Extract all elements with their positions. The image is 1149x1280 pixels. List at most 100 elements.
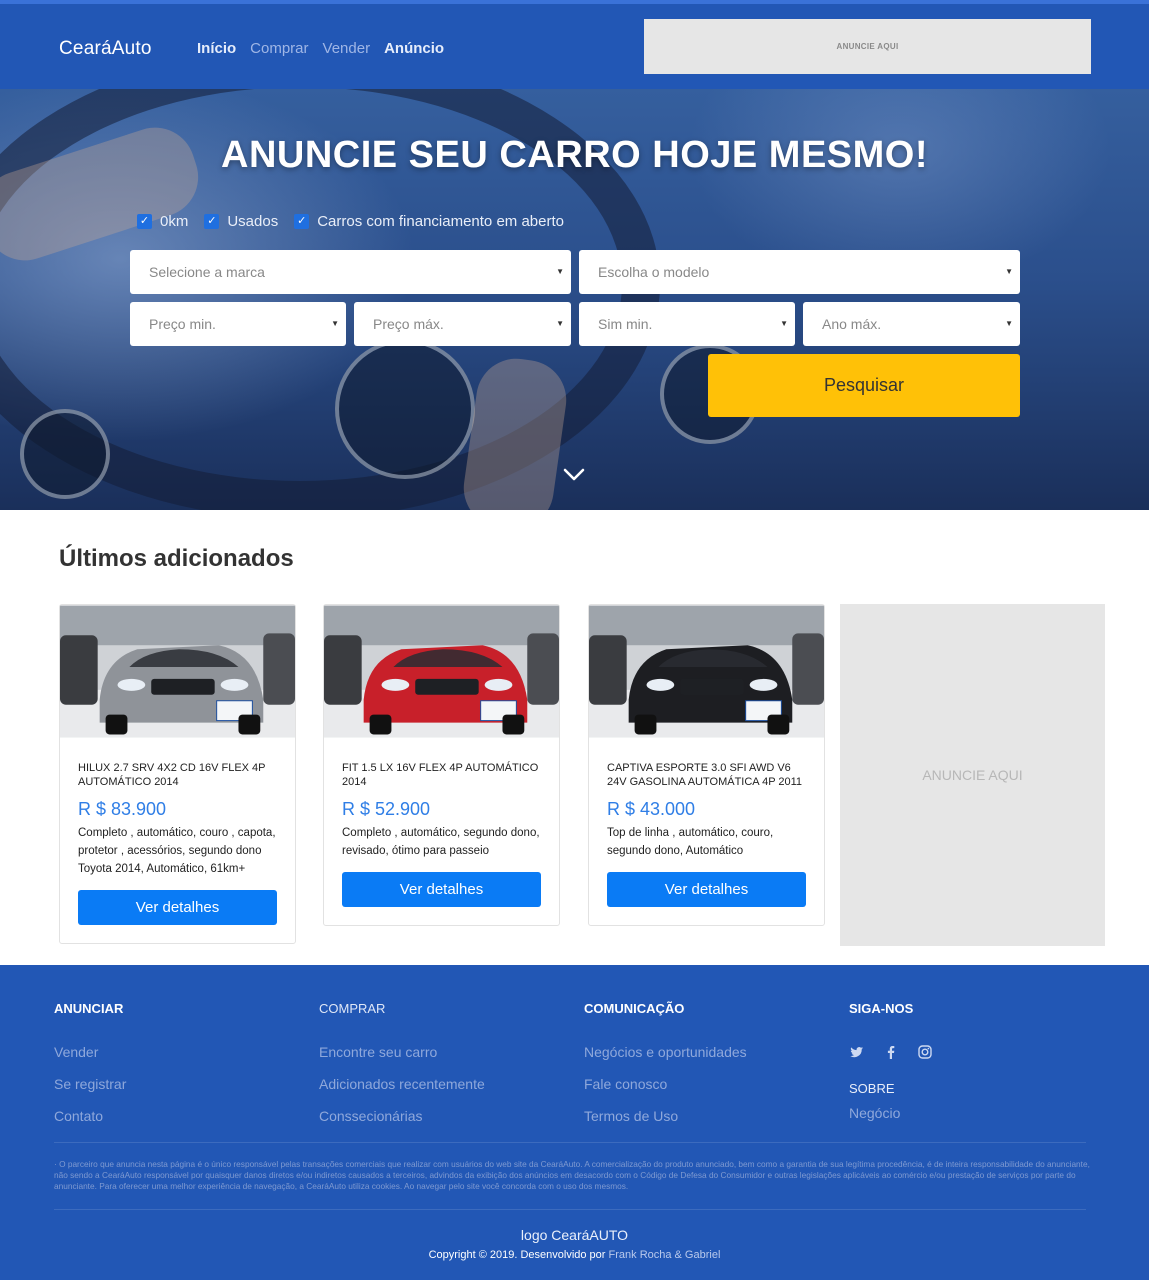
footer-link[interactable]: Adicionados recentemente (319, 1076, 485, 1093)
instagram-icon[interactable] (917, 1044, 933, 1060)
site-footer: ANUNCIAR Vender Se registrar Contato COM… (0, 965, 1149, 1280)
footer-link[interactable]: Encontre seu carro (319, 1044, 485, 1061)
car-wheel (369, 714, 392, 735)
caret-down-icon: ▼ (1005, 319, 1013, 328)
copyright: Copyright © 2019. Desenvolvido por Frank… (0, 1249, 1149, 1261)
footer-column-siga-nos: SIGA-NOS SOBRE Negócio (849, 1001, 933, 1137)
car-headlight (117, 678, 146, 691)
footer-subheading-sobre: SOBRE (849, 1081, 895, 1096)
footer-link[interactable]: Termos de Uso (584, 1108, 747, 1125)
car-description: Completo , automático, couro , capota, p… (78, 827, 276, 875)
footer-logo[interactable]: logo CearáAUTO (0, 1227, 1149, 1243)
footer-link[interactable]: Contato (54, 1108, 126, 1125)
model-select[interactable]: Escolha o modelo ▼ (579, 250, 1020, 294)
car-headlight (220, 678, 249, 691)
car-grille (415, 678, 479, 695)
nav-item-comprar[interactable]: Comprar (250, 40, 308, 57)
legal-disclaimer: · O parceiro que anuncia nesta página é … (54, 1159, 1090, 1191)
checkbox-usados[interactable]: ✓ Usados (204, 213, 278, 230)
car-card: HILUX 2.7 SRV 4X2 CD 16V FLEX 4P AUTOMÁT… (59, 604, 296, 944)
footer-link[interactable]: Negócio (849, 1105, 933, 1122)
car-wheel (502, 714, 525, 735)
year-min-select[interactable]: Sim min. ▼ (579, 302, 795, 346)
header-ad-banner[interactable]: ANUNCIE AQUI (644, 19, 1091, 74)
footer-column-comprar: COMPRAR Encontre seu carro Adicionados r… (319, 1001, 485, 1140)
nav-item-anuncio[interactable]: Anúncio (384, 40, 444, 57)
footer-heading: SIGA-NOS (849, 1001, 914, 1016)
brand-logo[interactable]: CearáAuto (59, 38, 152, 60)
brand-select-value: Selecione a marca (149, 264, 265, 280)
car-wheel (634, 714, 657, 735)
car-description: Top de linha , automático, couro, segund… (607, 827, 774, 857)
checkbox-0km[interactable]: ✓ 0km (137, 213, 188, 230)
search-button[interactable]: Pesquisar (708, 354, 1020, 417)
checkbox-financiamento[interactable]: ✓ Carros com financiamento em aberto (294, 213, 564, 230)
price-min-select-value: Preço min. (149, 316, 216, 332)
car-photo[interactable] (324, 605, 559, 738)
footer-column-anunciar: ANUNCIAR Vender Se registrar Contato (54, 1001, 126, 1140)
model-select-value: Escolha o modelo (598, 264, 710, 280)
copyright-text: Copyright © 2019. Desenvolvido por (428, 1249, 606, 1261)
caret-down-icon: ▼ (331, 319, 339, 328)
hero-background-gauge (20, 409, 110, 499)
caret-down-icon: ▼ (556, 319, 564, 328)
latest-section-title: Últimos adicionados (59, 545, 294, 572)
background-car (60, 635, 98, 705)
year-min-select-value: Sim min. (598, 316, 653, 332)
twitter-icon[interactable] (849, 1044, 865, 1060)
checkbox-label: Usados (227, 213, 279, 230)
facebook-icon[interactable] (883, 1044, 899, 1060)
hero-search: ANUNCIE SEU CARRO HOJE MESMO! ✓ 0km ✓ Us… (0, 89, 1149, 510)
details-button[interactable]: Ver detalhes (607, 872, 806, 907)
background-car (263, 633, 295, 705)
footer-link[interactable]: Negócios e oportunidades (584, 1044, 747, 1061)
car-headlight (484, 678, 513, 691)
checkbox-label: 0km (160, 213, 189, 230)
footer-heading: ANUNCIAR (54, 1001, 124, 1016)
car-headlight (749, 678, 778, 691)
caret-down-icon: ▼ (780, 319, 788, 328)
hero-title: ANUNCIE SEU CARRO HOJE MESMO! (221, 134, 928, 176)
main-nav: Início Comprar Vender Anúncio (197, 40, 444, 57)
hero-background-gauge (335, 339, 475, 479)
checkbox-label: Carros com financiamento em aberto (317, 213, 564, 230)
car-wheel (238, 714, 261, 735)
footer-heading: COMUNICAÇÃO (584, 1001, 685, 1016)
checkmark-icon: ✓ (204, 214, 220, 229)
car-price: R $ 52.900 (342, 799, 431, 819)
year-max-select[interactable]: Ano máx. ▼ (803, 302, 1020, 346)
copyright-authors[interactable]: Frank Rocha & Gabriel (609, 1249, 721, 1261)
checkmark-icon: ✓ (137, 214, 152, 229)
price-min-select[interactable]: Preço min. ▼ (130, 302, 346, 346)
footer-column-comunicacao: COMUNICAÇÃO Negócios e oportunidades Fal… (584, 1001, 747, 1140)
price-max-select[interactable]: Preço máx. ▼ (354, 302, 571, 346)
nav-item-inicio[interactable]: Início (197, 40, 236, 57)
car-photo[interactable] (589, 605, 824, 738)
year-max-select-value: Ano máx. (822, 316, 882, 332)
car-wheel (767, 714, 790, 735)
car-photo[interactable] (60, 605, 295, 738)
chevron-down-icon[interactable] (562, 467, 586, 483)
background-car (324, 635, 362, 705)
car-grille (680, 678, 744, 695)
footer-link[interactable]: Se registrar (54, 1076, 126, 1093)
car-price: R $ 83.900 (78, 799, 167, 819)
brand-select[interactable]: Selecione a marca ▼ (130, 250, 571, 294)
nav-item-vender[interactable]: Vender (323, 40, 371, 57)
car-title: CAPTIVA ESPORTE 3.0 SFI AWD V6 24V GASOL… (607, 762, 803, 788)
footer-link[interactable]: Fale conosco (584, 1076, 747, 1093)
background-car (527, 633, 559, 705)
footer-link[interactable]: Conssecionárias (319, 1108, 485, 1125)
car-title: FIT 1.5 LX 16V FLEX 4P AUTOMÁTICO 2014 (342, 762, 539, 788)
details-button[interactable]: Ver detalhes (342, 872, 541, 907)
car-grille (151, 678, 215, 695)
footer-link[interactable]: Vender (54, 1044, 126, 1061)
filter-checkboxes: ✓ 0km ✓ Usados ✓ Carros com financiament… (137, 213, 564, 230)
sidebar-ad-box[interactable]: ANUNCIE AQUI (840, 604, 1105, 946)
price-max-select-value: Preço máx. (373, 316, 444, 332)
car-card: FIT 1.5 LX 16V FLEX 4P AUTOMÁTICO 2014 R… (323, 604, 560, 926)
caret-down-icon: ▼ (1005, 267, 1013, 276)
details-button[interactable]: Ver detalhes (78, 890, 277, 925)
background-car (792, 633, 824, 705)
car-wheel (105, 714, 128, 735)
